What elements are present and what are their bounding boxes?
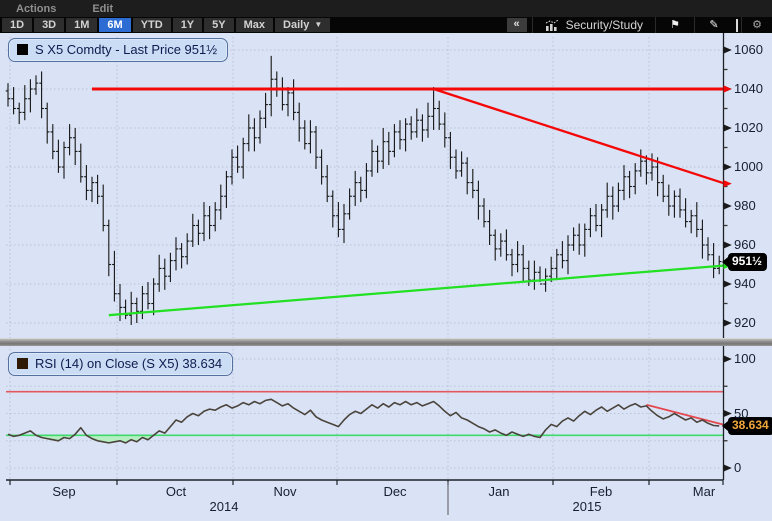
price-axis-label: 960: [734, 237, 756, 252]
price-tick: [724, 202, 732, 209]
price-tick: [724, 124, 732, 131]
price-axis-label: 920: [734, 315, 756, 330]
range-button-max[interactable]: Max: [236, 18, 273, 32]
price-legend-swatch: [17, 44, 28, 55]
collapse-button[interactable]: «: [507, 18, 527, 32]
settings-button[interactable]: ⚙: [741, 17, 772, 33]
range-button-1m[interactable]: 1M: [66, 18, 97, 32]
month-label: Feb: [578, 484, 624, 499]
range-button-3d[interactable]: 3D: [34, 18, 64, 32]
price-axis-label: 1060: [734, 42, 763, 57]
range-button-ytd[interactable]: YTD: [133, 18, 171, 32]
bloomberg-chart-window: Actions Edit 1D3D1M6MYTD1Y5YMax Daily ▼ …: [0, 0, 772, 521]
period-dropdown-label: Daily: [283, 18, 309, 32]
menu-actions[interactable]: Actions: [16, 3, 56, 15]
flag-icon: ⚑: [670, 19, 680, 31]
price-tick: [724, 280, 732, 287]
month-label: Nov: [262, 484, 308, 499]
ascending-support: [109, 265, 725, 315]
security-study-button[interactable]: Security/Study: [532, 17, 655, 33]
range-button-1d[interactable]: 1D: [2, 18, 32, 32]
price-axis-label: 1040: [734, 81, 763, 96]
month-label: Mar: [681, 484, 727, 499]
toolbar-divider: [736, 19, 738, 32]
rsi-axis-label: 0: [734, 460, 741, 475]
range-button-group: 1D3D1M6MYTD1Y5YMax: [2, 18, 275, 32]
chevron-down-icon: ▼: [314, 18, 322, 32]
flag-button[interactable]: ⚑: [655, 17, 694, 33]
price-tick: [724, 319, 732, 326]
annotate-button[interactable]: ✎: [694, 17, 733, 33]
price-tick: [724, 163, 732, 170]
pencil-icon: ✎: [709, 19, 718, 31]
year-label: 2015: [557, 499, 617, 514]
range-button-1y[interactable]: 1Y: [173, 18, 202, 32]
year-label: 2014: [194, 499, 254, 514]
rsi-axis-label: 50: [734, 406, 748, 421]
price-axis-label: 980: [734, 198, 756, 213]
rsi-legend-label: RSI (14) on Close (S X5) 38.634: [35, 356, 222, 371]
price-tick: [724, 46, 732, 53]
toolbar: 1D3D1M6MYTD1Y5YMax Daily ▼ « Security/St…: [0, 17, 772, 33]
range-button-6m[interactable]: 6M: [99, 18, 130, 32]
rsi-oversold-fill: [86, 435, 153, 443]
period-dropdown[interactable]: Daily ▼: [275, 18, 330, 32]
panel-divider[interactable]: [0, 338, 772, 346]
month-label: Oct: [153, 484, 199, 499]
rsi-tick: [724, 410, 732, 417]
resistance-endpoint-tick: [724, 85, 732, 92]
chart-canvas[interactable]: [0, 33, 772, 521]
rsi-tick: [724, 464, 732, 471]
rsi-legend[interactable]: RSI (14) on Close (S X5) 38.634: [8, 352, 233, 376]
gear-icon: ⚙: [752, 19, 762, 31]
menu-bar: Actions Edit: [0, 0, 772, 17]
price-axis-label: 1020: [734, 120, 763, 135]
last-price-tag: 951½: [728, 253, 767, 271]
chart-area: S X5 Comdty - Last Price 951½ RSI (14) o…: [0, 33, 772, 521]
rsi-tick: [724, 355, 732, 362]
menu-edit[interactable]: Edit: [92, 3, 113, 15]
rsi-descending-trendline: [646, 405, 724, 425]
price-legend-label: S X5 Comdty - Last Price 951½: [35, 42, 217, 57]
rsi-legend-swatch: [17, 358, 28, 369]
price-tick: [724, 241, 732, 248]
toolbar-right-group: « Security/Study ⚑ ✎ ⚙: [507, 17, 772, 33]
month-label: Jan: [476, 484, 522, 499]
rsi-axis-label: 100: [734, 351, 756, 366]
month-label: Sep: [41, 484, 87, 499]
price-legend[interactable]: S X5 Comdty - Last Price 951½: [8, 38, 228, 62]
month-label: Dec: [372, 484, 418, 499]
price-axis-label: 1000: [734, 159, 763, 174]
resistance-endpoint-tick: [724, 180, 732, 187]
security-study-label: Security/Study: [566, 18, 643, 32]
mini-chart-icon: [545, 20, 560, 31]
range-button-5y[interactable]: 5Y: [204, 18, 233, 32]
price-axis-label: 940: [734, 276, 756, 291]
descending-resistance: [434, 89, 725, 184]
